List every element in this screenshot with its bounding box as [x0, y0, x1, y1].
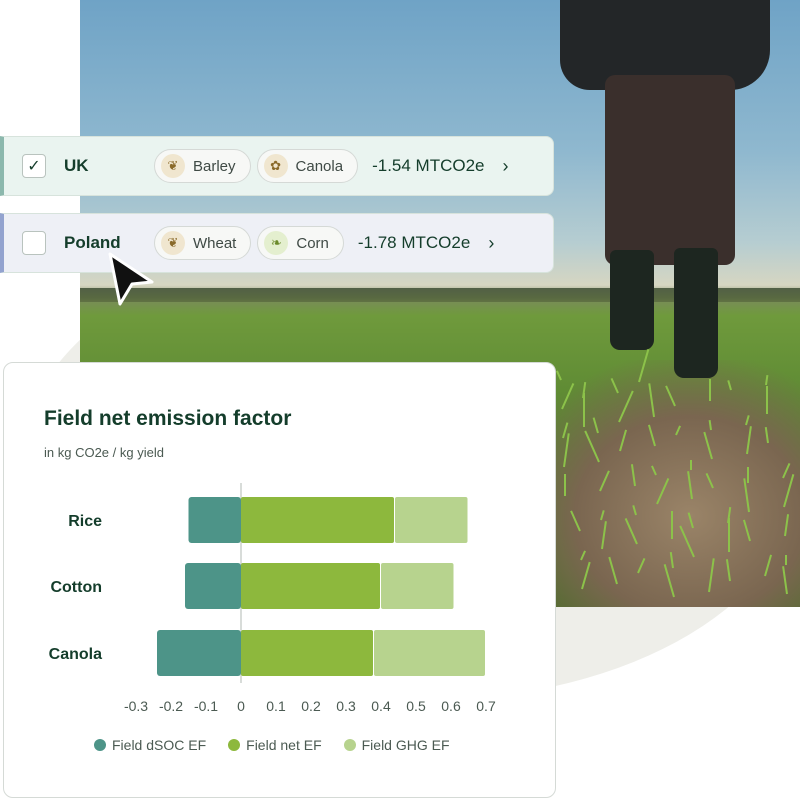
bar-net-canola: [241, 630, 373, 676]
emission-value: -1.78 MTCO2e: [357, 233, 471, 252]
x-tick-label: -0.2: [159, 698, 183, 714]
legend-item: Field dSOC EF: [94, 737, 206, 753]
wheat-ear-icon: ❦: [161, 154, 185, 178]
x-tick-label: 0.3: [336, 698, 356, 714]
x-tick-label: -0.1: [194, 698, 218, 714]
bar-dsoc-canola: [157, 630, 241, 676]
bar-net-cotton: [241, 563, 380, 609]
farmer-boot-right: [674, 248, 718, 378]
farmer-boot-left: [610, 250, 654, 350]
bar-ghg-canola: [374, 630, 485, 676]
emission-chart-card: Field net emission factor in kg CO2e / k…: [3, 362, 556, 798]
chart-legend: Field dSOC EF Field net EF Field GHG EF: [94, 737, 450, 753]
bar-chart: Rice Cotton Canola -0.3 -0.2 -0.1 0 0.1 0.2 0.3 0.…: [49, 483, 496, 714]
bar-net-rice: [241, 497, 394, 543]
category-label: Rice: [68, 513, 102, 530]
crop-label: Canola: [295, 157, 344, 175]
bar-dsoc-cotton: [185, 563, 241, 609]
crop-chip-corn[interactable]: ❧ Corn: [257, 226, 344, 260]
x-tick-label: 0: [237, 698, 245, 714]
corn-icon: ❧: [264, 231, 289, 255]
grass-blade: [690, 460, 692, 470]
country-name: Poland: [64, 233, 121, 252]
x-tick-label: 0.1: [266, 698, 286, 714]
grass-blade: [583, 393, 585, 427]
grass-blade: [728, 518, 730, 552]
category-label: Canola: [49, 646, 102, 663]
grass-blade: [747, 467, 749, 483]
chevron-right-icon[interactable]: ›: [503, 156, 509, 177]
crop-label: Wheat: [193, 234, 237, 252]
grass-blade: [671, 511, 673, 539]
mouse-cursor-icon: [108, 252, 154, 306]
grass-blade: [564, 474, 566, 496]
farmer-legs: [605, 75, 735, 265]
legend-label: Field net EF: [246, 737, 322, 753]
x-tick-label: 0.4: [371, 698, 391, 714]
crop-label: Barley: [193, 157, 236, 175]
legend-item: Field net EF: [228, 737, 322, 753]
x-tick-label: 0.6: [441, 698, 461, 714]
row-checkbox-poland[interactable]: [22, 231, 46, 255]
legend-label: Field dSOC EF: [112, 737, 207, 753]
legend-dot: [343, 739, 356, 751]
legend-label: Field GHG EF: [361, 737, 450, 753]
country-row-poland[interactable]: Poland ❦ Wheat ❧ Corn -1.78 MTCO2e ›: [0, 213, 554, 273]
emission-value: -1.54 MTCO2e: [372, 156, 485, 175]
grass-blade: [785, 555, 787, 565]
crop-chip-barley[interactable]: ❦ Barley: [154, 149, 251, 183]
x-tick-label: 0.5: [406, 698, 426, 714]
chevron-right-icon[interactable]: ›: [488, 233, 494, 254]
row-checkbox-uk[interactable]: ✓: [22, 154, 46, 178]
crop-chip-canola[interactable]: ✿ Canola: [256, 149, 359, 183]
legend-item: Field GHG EF: [343, 737, 450, 753]
category-label: Cotton: [50, 579, 102, 596]
bar-dsoc-rice: [188, 497, 241, 543]
legend-dot: [94, 739, 106, 751]
x-tick-label: -0.3: [124, 698, 148, 714]
check-icon: ✓: [27, 158, 41, 175]
country-row-uk[interactable]: ✓ UK ❦ Barley ✿ Canola -1.54 MTCO2e ›: [0, 136, 554, 196]
grass-blade: [709, 379, 711, 401]
bar-ghg-cotton: [381, 563, 454, 609]
grass-blade: [766, 386, 768, 414]
country-name: UK: [64, 156, 89, 175]
canola-flower-icon: ✿: [263, 154, 288, 178]
x-tick-label: 0.2: [301, 698, 321, 714]
wheat-ear-icon: ❦: [161, 231, 185, 255]
x-tick-label: 0.7: [476, 698, 496, 714]
legend-dot: [228, 739, 241, 751]
bar-ghg-rice: [395, 497, 468, 543]
crop-chip-wheat[interactable]: ❦ Wheat: [154, 226, 252, 260]
crop-label: Corn: [296, 234, 329, 252]
